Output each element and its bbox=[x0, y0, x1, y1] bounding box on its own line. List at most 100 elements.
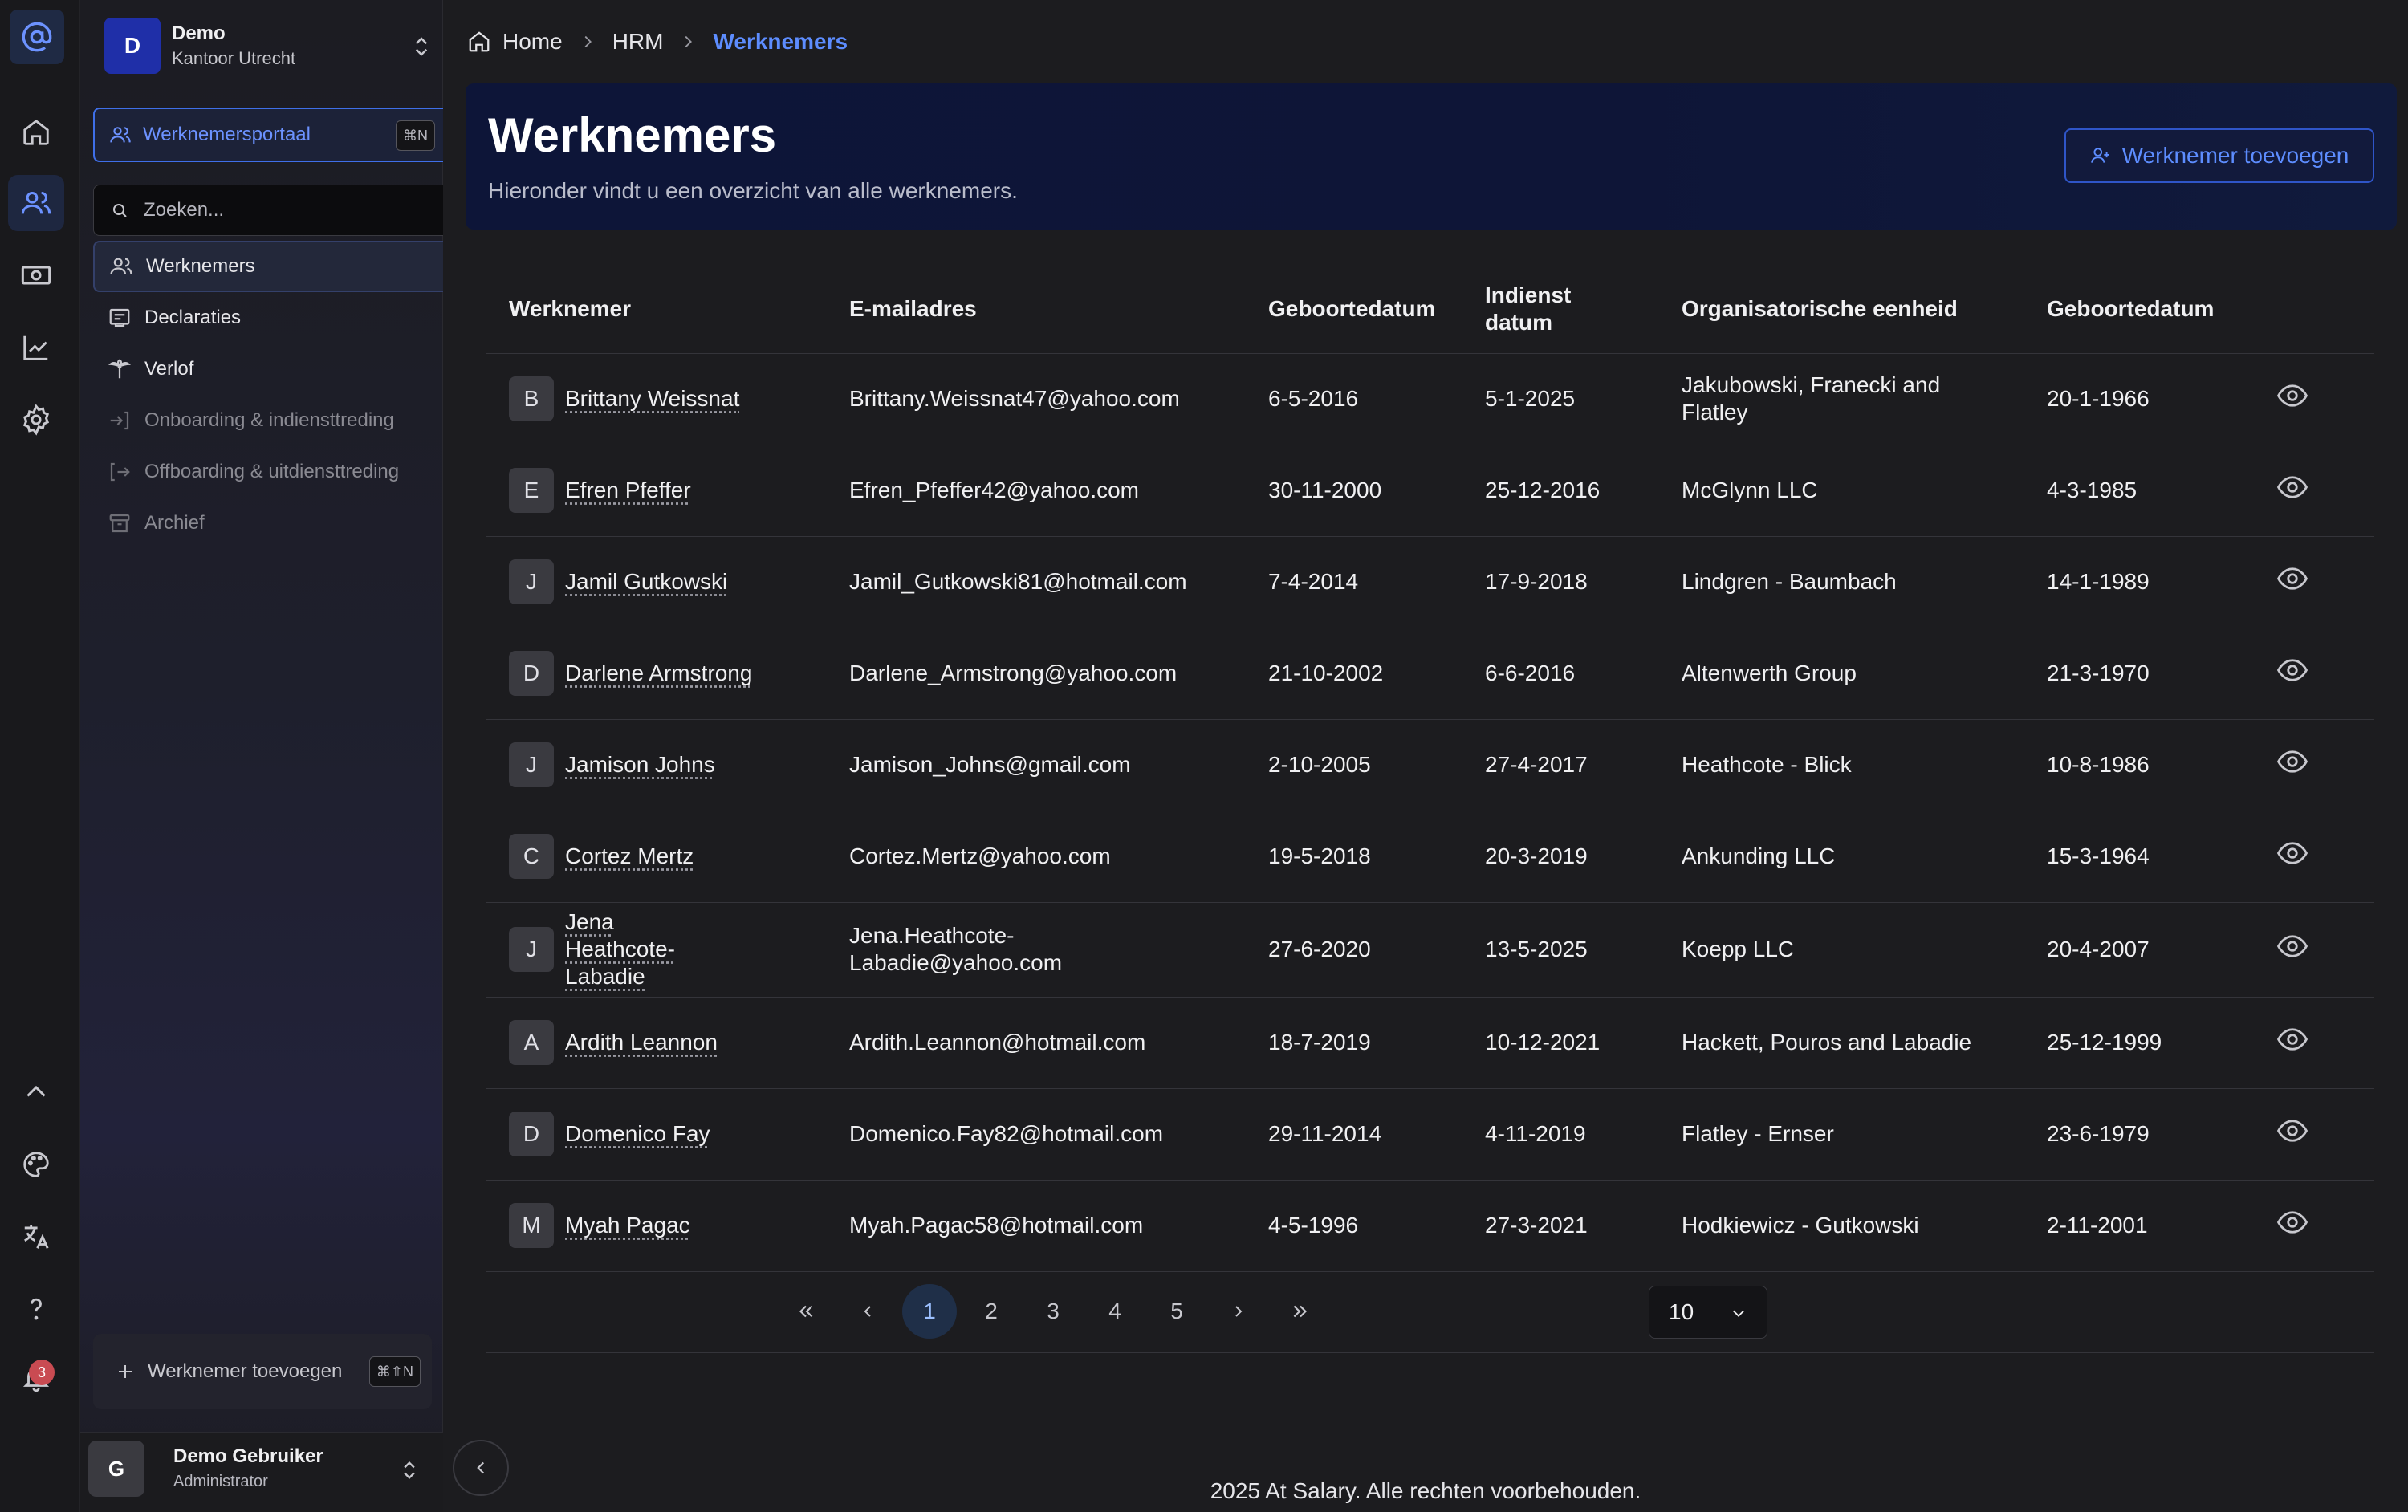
sidebar-item-onboarding[interactable]: Onboarding & indiensttreding bbox=[93, 395, 443, 446]
sidebar-item-werknemers[interactable]: Werknemers bbox=[93, 241, 443, 292]
chart-icon[interactable] bbox=[8, 319, 64, 376]
view-eye-icon[interactable] bbox=[2276, 470, 2309, 504]
chevron-updown-icon bbox=[398, 1457, 421, 1484]
first-page-icon[interactable] bbox=[779, 1284, 833, 1339]
table-row: M Myah Pagac Myah.Pagac58@hotmail.com 4-5-1… bbox=[486, 1180, 2374, 1272]
cell-birthdate: 6-5-2016 bbox=[1246, 353, 1462, 445]
cell-birthdate-2: 20-4-2007 bbox=[2024, 902, 2253, 998]
money-icon[interactable] bbox=[8, 247, 64, 303]
column-header[interactable]: Geboortedatum bbox=[2024, 265, 2253, 354]
user-menu[interactable]: G Demo Gebruiker Administrator bbox=[80, 1432, 443, 1512]
sidebar-add-employee-button[interactable]: Werknemer toevoegen ⌘⇧N bbox=[93, 1334, 432, 1409]
sidebar-add-shortcut: ⌘⇧N bbox=[368, 1356, 421, 1387]
avatar: J bbox=[509, 559, 554, 604]
column-header[interactable]: Geboortedatum bbox=[1246, 265, 1462, 354]
home-icon[interactable] bbox=[8, 104, 64, 161]
cell-start-date: 17-9-2018 bbox=[1462, 536, 1659, 628]
employee-link[interactable]: Darlene Armstrong bbox=[565, 660, 752, 687]
employee-link[interactable]: Jamil Gutkowski bbox=[565, 568, 727, 595]
cell-birthdate: 18-7-2019 bbox=[1246, 997, 1462, 1089]
app-logo-icon[interactable] bbox=[10, 10, 64, 64]
search-input[interactable] bbox=[144, 199, 409, 222]
page-button[interactable]: 4 bbox=[1088, 1284, 1142, 1339]
organization-name: Demo bbox=[172, 22, 226, 44]
org-unit-text: Lindgren - Baumbach bbox=[1682, 569, 1897, 594]
sidebar-item-declaraties[interactable]: Declaraties bbox=[93, 292, 443, 343]
users-icon[interactable] bbox=[8, 175, 64, 231]
cell-start-date: 27-3-2021 bbox=[1462, 1180, 1659, 1272]
chevron-up-icon[interactable] bbox=[8, 1064, 64, 1120]
table-row: C Cortez Mertz Cortez.Mertz@yahoo.com 19-5-… bbox=[486, 811, 2374, 903]
page-button[interactable]: 2 bbox=[964, 1284, 1019, 1339]
view-eye-icon[interactable] bbox=[2276, 745, 2309, 778]
portal-shortcut: ⌘N bbox=[396, 120, 435, 151]
settings-icon[interactable] bbox=[8, 392, 64, 448]
employee-link[interactable]: Efren Pfeffer bbox=[565, 477, 691, 504]
org-unit-text: Flatley - Ernser bbox=[1682, 1121, 1834, 1146]
view-eye-icon[interactable] bbox=[2276, 379, 2309, 413]
palette-icon[interactable] bbox=[8, 1136, 64, 1193]
column-header[interactable]: E-mailadres bbox=[827, 265, 1246, 354]
avatar: D bbox=[509, 1112, 554, 1156]
cell-start-date: 5-1-2025 bbox=[1462, 353, 1659, 445]
breadcrumb-section-link[interactable]: HRM bbox=[612, 29, 664, 55]
help-icon[interactable] bbox=[8, 1281, 64, 1337]
bell-icon[interactable]: 3 bbox=[8, 1350, 64, 1406]
sidebar-item-verlof[interactable]: Verlof bbox=[93, 343, 443, 395]
employee-link[interactable]: Jena Heathcote-Labadie bbox=[565, 908, 710, 990]
cell-employee: M Myah Pagac bbox=[486, 1180, 827, 1272]
page-button[interactable]: 1 bbox=[902, 1284, 957, 1339]
cell-org-unit: Koepp LLC bbox=[1659, 902, 2024, 998]
next-page-icon[interactable] bbox=[1211, 1284, 1266, 1339]
employee-link[interactable]: Ardith Leannon bbox=[565, 1029, 718, 1056]
view-eye-icon[interactable] bbox=[2276, 1205, 2309, 1239]
last-page-icon[interactable] bbox=[1273, 1284, 1328, 1339]
column-header[interactable]: Indienst datum bbox=[1462, 265, 1659, 354]
org-unit-text: Altenwerth Group bbox=[1682, 660, 1857, 685]
cell-birthdate: 27-6-2020 bbox=[1246, 902, 1462, 998]
view-eye-icon[interactable] bbox=[2276, 562, 2309, 595]
cell-birthdate-2: 10-8-1986 bbox=[2024, 719, 2253, 811]
plus-icon bbox=[116, 1362, 135, 1381]
table-row: D Domenico Fay Domenico.Fay82@hotmail.com 2… bbox=[486, 1088, 2374, 1181]
employee-link[interactable]: Myah Pagac bbox=[565, 1212, 690, 1239]
email-text: Jamil_Gutkowski81@hotmail.com bbox=[849, 569, 1187, 594]
column-header-actions bbox=[2253, 265, 2374, 354]
column-header[interactable]: Werknemer bbox=[486, 265, 827, 354]
organization-avatar: D bbox=[104, 18, 161, 74]
sidebar-item-archief[interactable]: Archief bbox=[93, 498, 443, 549]
cell-org-unit: Hackett, Pouros and Labadie bbox=[1659, 997, 2024, 1089]
cell-start-date: 13-5-2025 bbox=[1462, 902, 1659, 998]
page-size-select[interactable]: 10 bbox=[1649, 1286, 1767, 1339]
cell-actions bbox=[2253, 628, 2374, 720]
page-button[interactable]: 5 bbox=[1149, 1284, 1204, 1339]
view-eye-icon[interactable] bbox=[2276, 836, 2309, 870]
sidebar-add-label: Werknemer toevoegen bbox=[148, 1360, 343, 1382]
sidebar-item-offboarding[interactable]: Offboarding & uitdiensttreding bbox=[93, 446, 443, 498]
translate-icon[interactable] bbox=[8, 1209, 64, 1265]
view-eye-icon[interactable] bbox=[2276, 1022, 2309, 1056]
breadcrumb-home-link[interactable]: Home bbox=[502, 29, 563, 55]
cell-employee: D Domenico Fay bbox=[486, 1088, 827, 1181]
add-employee-button[interactable]: Werknemer toevoegen bbox=[2064, 128, 2374, 183]
view-eye-icon[interactable] bbox=[2276, 653, 2309, 687]
employee-link[interactable]: Jamison Johns bbox=[565, 751, 715, 778]
page-button[interactable]: 3 bbox=[1026, 1284, 1080, 1339]
sidebar-item-label: Verlof bbox=[144, 358, 194, 380]
org-unit-text: McGlynn LLC bbox=[1682, 478, 1818, 502]
employee-link[interactable]: Cortez Mertz bbox=[565, 843, 694, 870]
employee-link[interactable]: Domenico Fay bbox=[565, 1120, 710, 1148]
employee-link[interactable]: Brittany Weissnat bbox=[565, 385, 739, 413]
cell-org-unit: Flatley - Ernser bbox=[1659, 1088, 2024, 1181]
organization-switcher[interactable]: D Demo Kantoor Utrecht bbox=[104, 18, 441, 75]
cell-employee: J Jena Heathcote-Labadie bbox=[486, 902, 827, 998]
home-icon[interactable] bbox=[467, 30, 491, 54]
email-text: Ardith.Leannon@hotmail.com bbox=[849, 1030, 1146, 1055]
column-header[interactable]: Organisatorische eenheid bbox=[1659, 265, 2024, 354]
werknemersportaal-button[interactable]: Werknemersportaal ⌘N bbox=[93, 108, 443, 162]
previous-page-icon[interactable] bbox=[840, 1284, 895, 1339]
email-text: Jamison_Johns@gmail.com bbox=[849, 752, 1131, 777]
cell-birthdate: 7-4-2014 bbox=[1246, 536, 1462, 628]
view-eye-icon[interactable] bbox=[2276, 929, 2309, 963]
view-eye-icon[interactable] bbox=[2276, 1114, 2309, 1148]
